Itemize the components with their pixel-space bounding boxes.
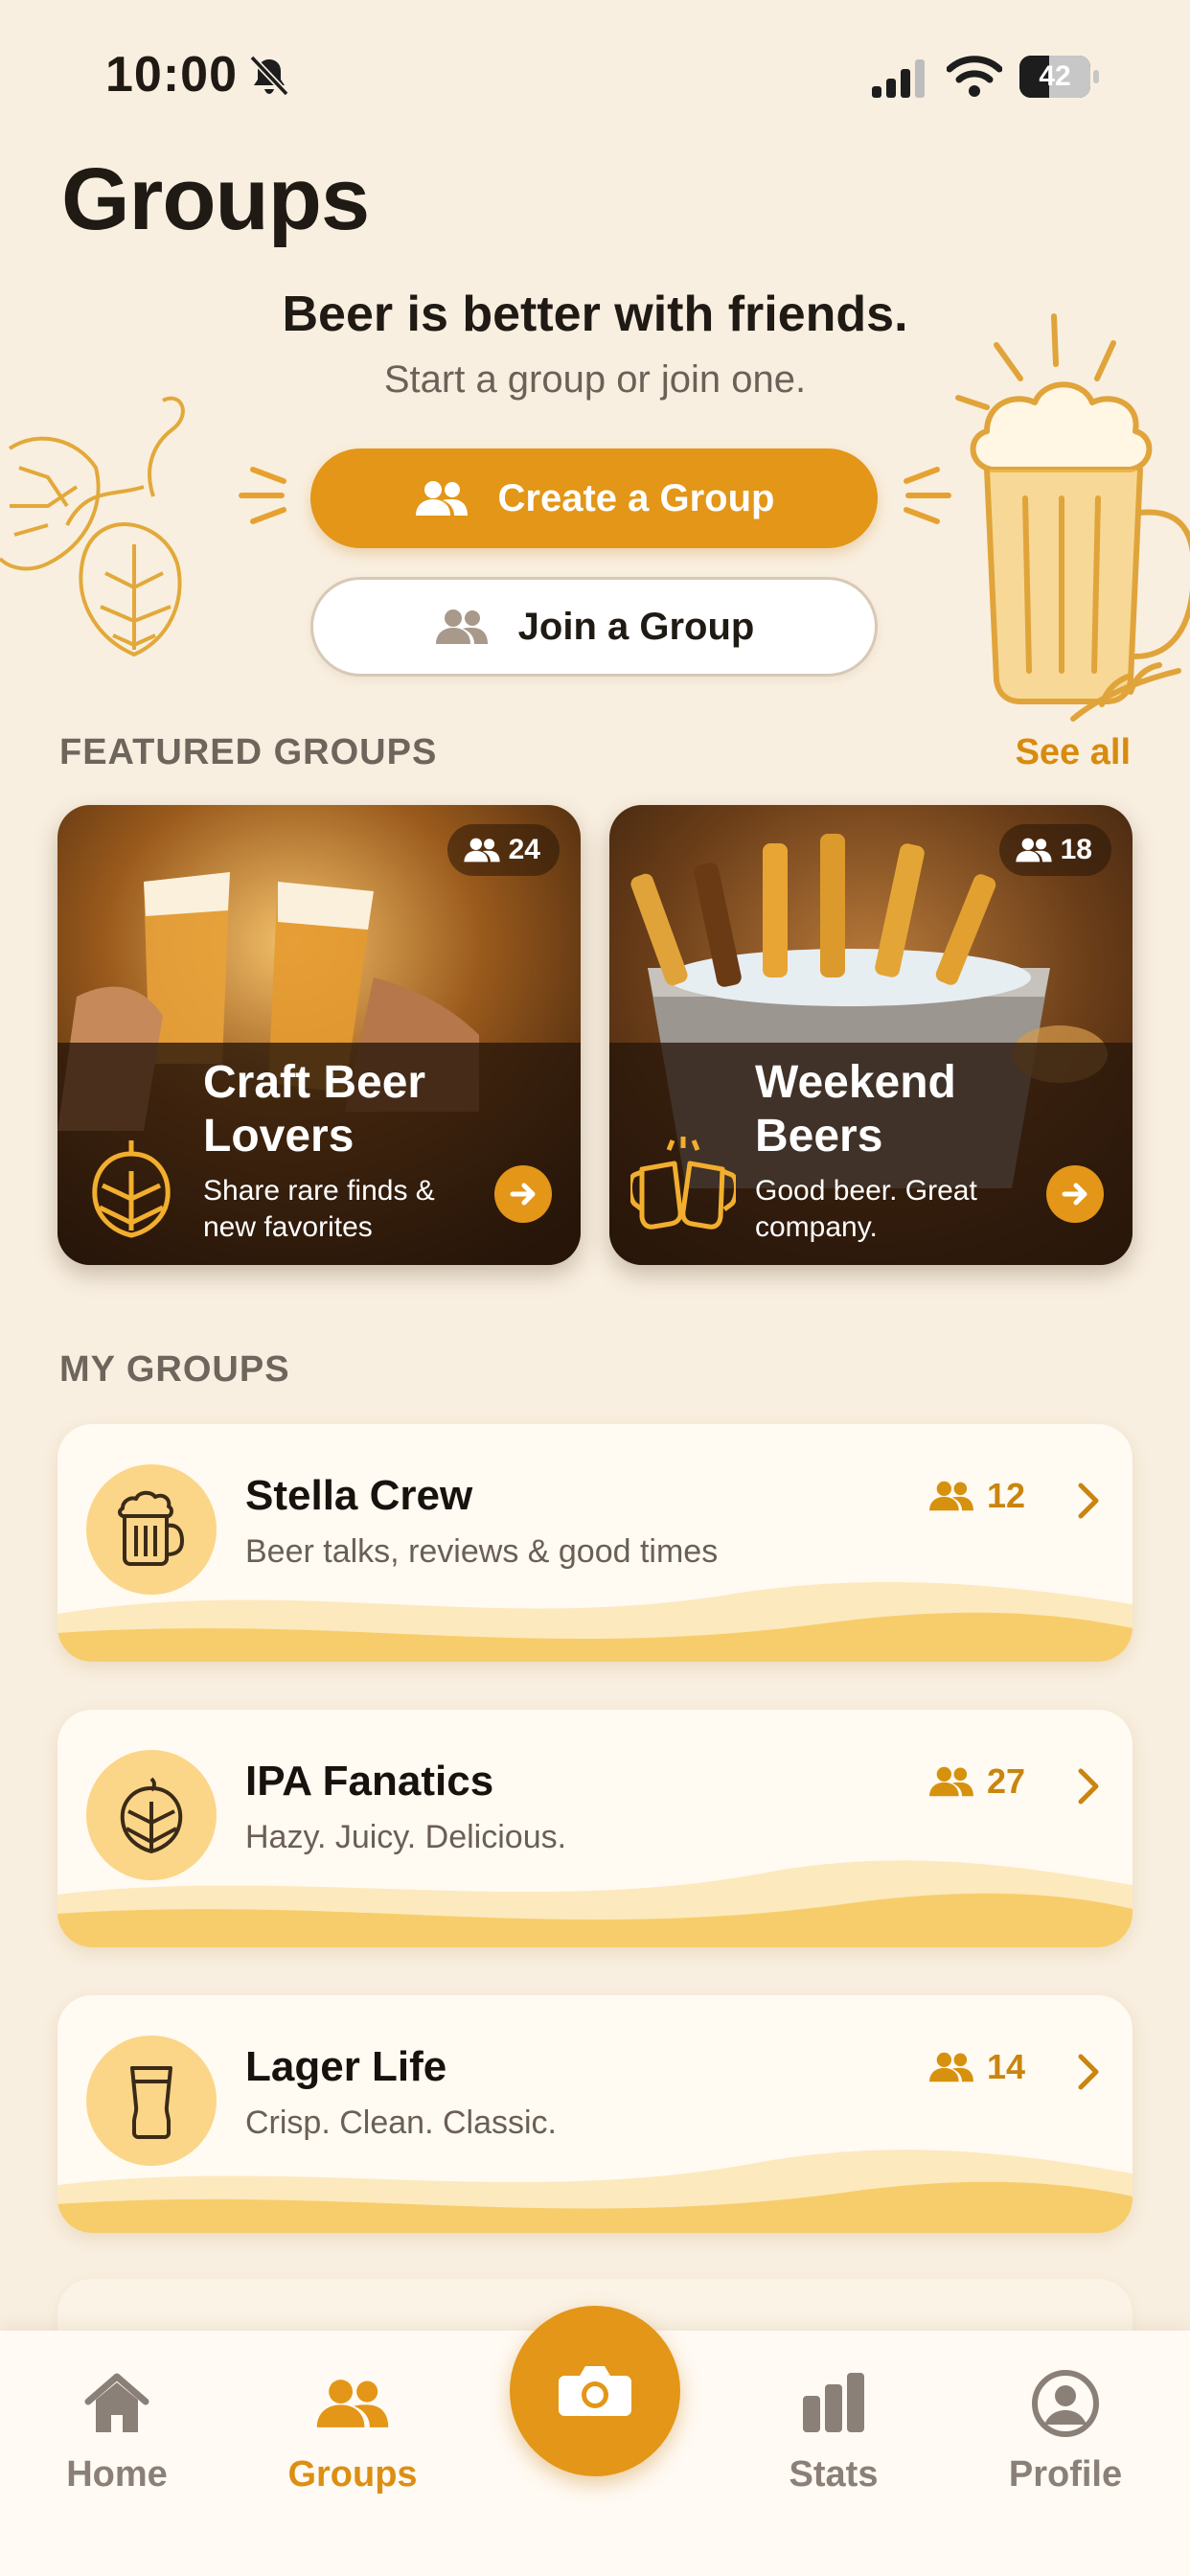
group-name: Stella Crew — [245, 1472, 473, 1519]
member-count: 18 — [1060, 834, 1092, 865]
group-member-count: 27 — [927, 1761, 1025, 1802]
create-group-button[interactable]: Create a Group — [310, 448, 878, 548]
people-icon — [929, 1766, 973, 1797]
battery-indicator: 42 — [1019, 56, 1100, 98]
member-count-badge: 24 — [446, 824, 560, 876]
hop-emblem-icon — [92, 1140, 171, 1238]
chevron-right-icon[interactable] — [1075, 2051, 1102, 2093]
member-count-badge: 18 — [998, 824, 1111, 876]
beer-mug-icon — [86, 1464, 217, 1595]
member-count: 27 — [987, 1761, 1026, 1801]
tab-groups-label: Groups — [287, 2454, 418, 2495]
people-icon — [464, 838, 500, 862]
see-all-link[interactable]: See all — [1016, 732, 1131, 773]
bell-off-icon — [249, 55, 289, 97]
chevron-right-icon[interactable] — [1075, 1480, 1102, 1522]
group-description: Crisp. Clean. Classic. — [245, 2104, 557, 2141]
featured-card-title: Weekend Beers — [755, 1057, 956, 1162]
group-card-ipa-fanatics[interactable]: IPA Fanatics Hazy. Juicy. Delicious. 27 — [57, 1710, 1133, 1947]
my-groups-section-label: MY GROUPS — [59, 1349, 290, 1390]
member-count: 24 — [508, 834, 540, 865]
cheers-mugs-emblem-icon — [630, 1137, 736, 1230]
join-group-button[interactable]: Join a Group — [310, 577, 878, 677]
hops-illustration-icon — [0, 396, 185, 656]
featured-card-subtitle: Good beer. Great company. — [755, 1175, 977, 1243]
sparkle-right-icon — [904, 467, 951, 524]
featured-card-subtitle: Share rare finds & new favorites — [203, 1175, 435, 1243]
member-count: 12 — [987, 1476, 1026, 1515]
camera-button[interactable] — [510, 2306, 680, 2476]
people-icon — [1016, 838, 1052, 862]
battery-level-text: 42 — [1039, 60, 1071, 92]
hop-icon — [86, 1750, 217, 1880]
status-time: 10:00 — [105, 47, 238, 103]
group-description: Beer talks, reviews & good times — [245, 1533, 719, 1570]
group-card-stella-crew[interactable]: Stella Crew Beer talks, reviews & good t… — [57, 1424, 1133, 1662]
member-count: 14 — [987, 2047, 1026, 2086]
profile-icon — [1032, 2370, 1099, 2437]
camera-icon — [559, 2366, 631, 2416]
tagline: Beer is better with friends. — [282, 287, 908, 342]
featured-section-label: FEATURED GROUPS — [59, 732, 438, 772]
tab-stats-label: Stats — [789, 2454, 879, 2495]
sparkle-left-icon — [239, 467, 286, 524]
home-icon — [84, 2373, 149, 2432]
group-member-count: 14 — [927, 2047, 1025, 2087]
create-group-label: Create a Group — [497, 476, 775, 519]
wifi-icon — [947, 56, 1002, 97]
group-card-lager-life[interactable]: Lager Life Crisp. Clean. Classic. 14 — [57, 1995, 1133, 2233]
tab-groups[interactable]: Groups — [257, 2369, 448, 2496]
featured-card-craft-beer-lovers[interactable]: 24 Craft Beer Lovers Share rare finds & … — [57, 805, 581, 1265]
chevron-right-icon[interactable] — [1075, 1765, 1102, 1807]
group-description: Hazy. Juicy. Delicious. — [245, 1819, 567, 1855]
arrow-right-icon[interactable] — [1046, 1165, 1104, 1223]
people-icon — [435, 610, 488, 644]
featured-card-weekend-beers[interactable]: 18 Weekend Beers Good beer. Great compan… — [609, 805, 1133, 1265]
tab-home[interactable]: Home — [21, 2369, 213, 2496]
people-icon — [415, 481, 468, 516]
group-member-count: 12 — [927, 1476, 1025, 1516]
page-title: Groups — [61, 150, 370, 248]
cellular-signal-icon — [872, 59, 925, 98]
tab-profile[interactable]: Profile — [970, 2369, 1161, 2496]
people-icon — [929, 1481, 973, 1511]
tab-stats[interactable]: Stats — [738, 2369, 929, 2496]
featured-card-title: Craft Beer Lovers — [203, 1057, 426, 1162]
tab-home-label: Home — [66, 2454, 168, 2495]
subtagline: Start a group or join one. — [383, 358, 807, 401]
tab-profile-label: Profile — [1008, 2454, 1123, 2495]
group-name: Lager Life — [245, 2043, 447, 2090]
group-name: IPA Fanatics — [245, 1758, 494, 1805]
pint-glass-icon — [86, 2036, 217, 2166]
people-icon — [316, 2380, 389, 2427]
bar-chart-icon — [803, 2373, 864, 2432]
join-group-label: Join a Group — [517, 605, 755, 648]
people-icon — [929, 2052, 973, 2082]
arrow-right-icon[interactable] — [494, 1165, 552, 1223]
